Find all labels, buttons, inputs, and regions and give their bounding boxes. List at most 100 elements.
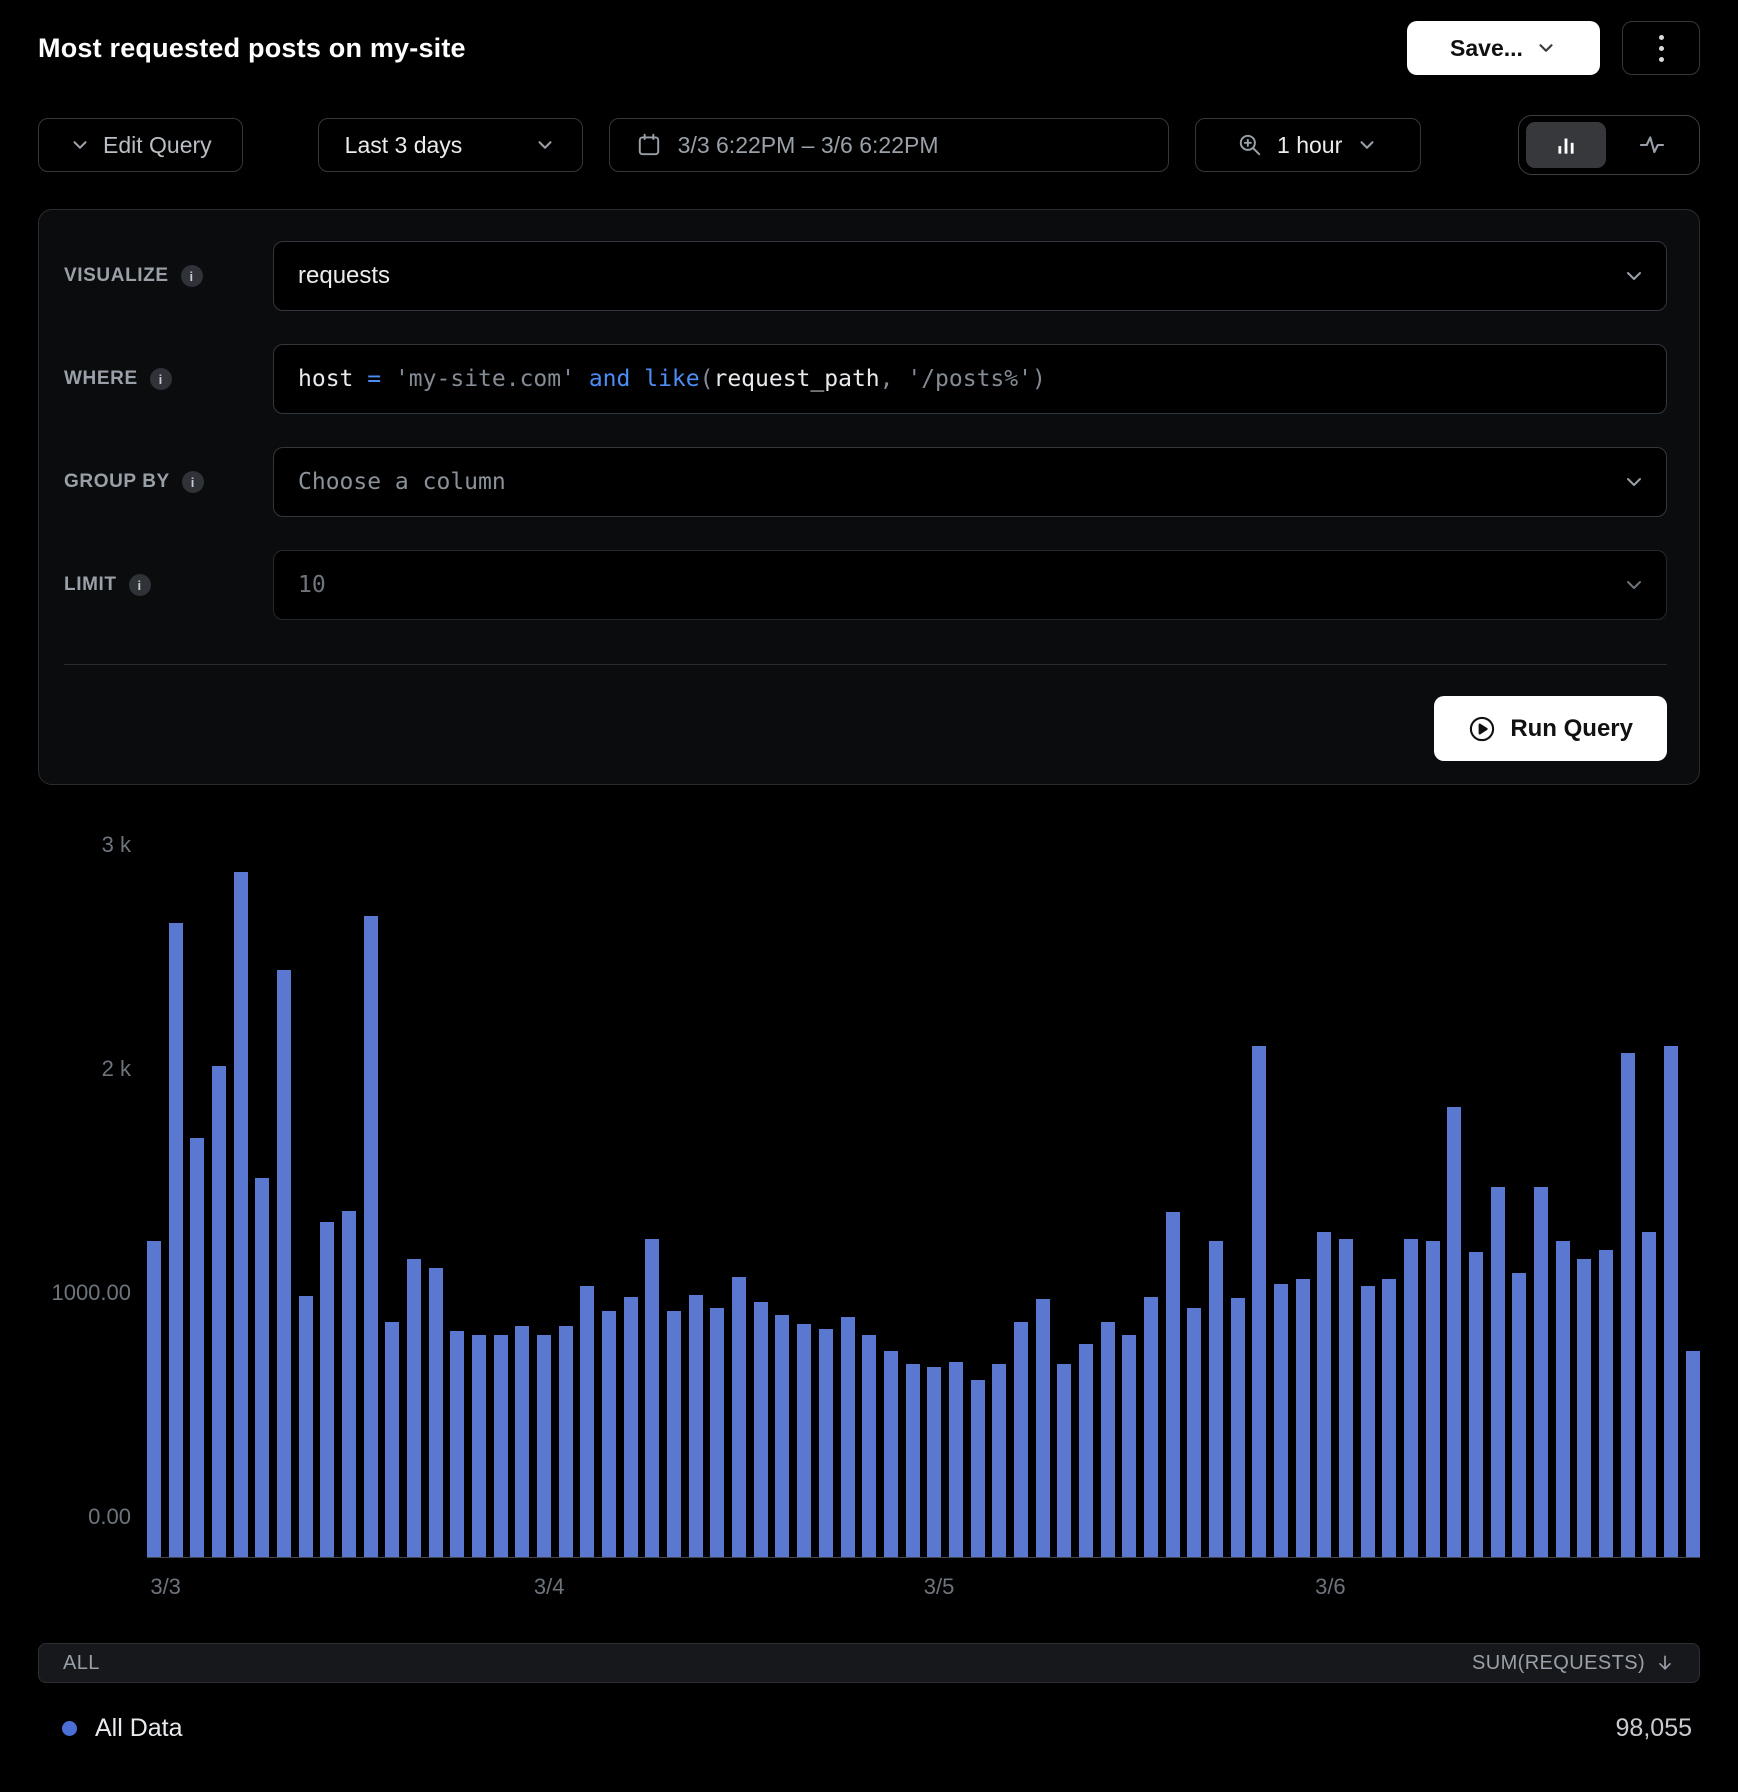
chart-bar bbox=[819, 1329, 833, 1557]
series-total: 98,055 bbox=[1616, 1714, 1692, 1743]
zoom-in-icon bbox=[1237, 132, 1263, 158]
group-by-label: GROUP BY i bbox=[64, 471, 273, 493]
chart-bar bbox=[1339, 1239, 1353, 1557]
interval-select[interactable]: 1 hour bbox=[1195, 118, 1421, 172]
y-axis-tick: 0.00 bbox=[38, 1506, 131, 1528]
chart-bar bbox=[645, 1239, 659, 1557]
series-name: All Data bbox=[95, 1714, 183, 1743]
chart-bar bbox=[1447, 1107, 1461, 1557]
sum-requests-sort[interactable]: SUM(REQUESTS) bbox=[1472, 1652, 1675, 1675]
where-expression: host = 'my-site.com' and like(request_pa… bbox=[298, 366, 1046, 392]
chart-bar bbox=[1274, 1284, 1288, 1557]
chart-bar bbox=[1209, 1241, 1223, 1557]
chart-bar bbox=[1491, 1187, 1505, 1557]
chart-bar bbox=[1079, 1344, 1093, 1557]
visualize-select[interactable]: requests bbox=[273, 241, 1667, 311]
chart-bar bbox=[1122, 1335, 1136, 1557]
chevron-down-icon bbox=[1622, 470, 1646, 494]
chart-bar bbox=[884, 1351, 898, 1557]
chart-bar bbox=[797, 1324, 811, 1557]
chart-bar bbox=[624, 1297, 638, 1557]
chart-bar bbox=[1599, 1250, 1613, 1557]
info-icon[interactable]: i bbox=[181, 265, 203, 287]
chart-bar bbox=[212, 1066, 226, 1557]
chart-bar bbox=[1014, 1322, 1028, 1557]
chart-bar bbox=[1426, 1241, 1440, 1557]
chart-bar bbox=[407, 1259, 421, 1557]
chevron-down-icon bbox=[1622, 573, 1646, 597]
save-button[interactable]: Save... bbox=[1407, 21, 1600, 75]
chart-bar bbox=[169, 923, 183, 1557]
group-by-label-text: GROUP BY bbox=[64, 471, 170, 493]
time-range-select[interactable]: Last 3 days bbox=[318, 118, 583, 172]
chevron-down-icon bbox=[1356, 134, 1378, 156]
date-range-picker[interactable]: 3/3 6:22PM – 3/6 6:22PM bbox=[609, 118, 1169, 172]
bar-chart-toggle[interactable] bbox=[1526, 122, 1606, 168]
more-options-button[interactable] bbox=[1622, 21, 1700, 75]
chevron-down-icon bbox=[534, 134, 556, 156]
summary-row-all-data[interactable]: All Data 98,055 bbox=[38, 1683, 1700, 1753]
query-builder-page: Most requested posts on my-site Save... … bbox=[0, 0, 1738, 785]
chart-bar bbox=[1556, 1241, 1570, 1557]
top-bar: Most requested posts on my-site Save... bbox=[38, 0, 1700, 75]
where-input[interactable]: host = 'my-site.com' and like(request_pa… bbox=[273, 344, 1667, 414]
chart-bar bbox=[1296, 1279, 1310, 1557]
visualize-label: VISUALIZE i bbox=[64, 265, 273, 287]
chart-bar bbox=[906, 1364, 920, 1557]
chart-bar bbox=[342, 1211, 356, 1557]
edit-query-toggle[interactable]: Edit Query bbox=[38, 118, 243, 172]
y-axis-tick: 1000.00 bbox=[38, 1282, 131, 1304]
y-axis-tick: 3 k bbox=[38, 834, 131, 856]
chart-bar bbox=[1469, 1252, 1483, 1557]
limit-input[interactable]: 10 bbox=[273, 550, 1667, 620]
x-axis-tick: 3/3 bbox=[150, 1574, 181, 1600]
chart-bar bbox=[494, 1335, 508, 1557]
chart-bar bbox=[1036, 1299, 1050, 1557]
chart-bar bbox=[450, 1331, 464, 1557]
chart-bar bbox=[1512, 1273, 1526, 1557]
summary-table-header: ALL SUM(REQUESTS) bbox=[38, 1643, 1700, 1683]
chevron-down-icon bbox=[1535, 37, 1557, 59]
chart-bar bbox=[429, 1268, 443, 1557]
chart-bar bbox=[1621, 1053, 1635, 1557]
arrow-down-icon bbox=[1655, 1653, 1675, 1673]
chart-bar bbox=[299, 1296, 313, 1557]
kebab-menu-icon bbox=[1659, 35, 1664, 62]
where-label-text: WHERE bbox=[64, 368, 138, 390]
query-panel: VISUALIZE i requests WHERE i host = 'my-… bbox=[38, 209, 1700, 785]
chart-bar bbox=[1664, 1046, 1678, 1557]
where-label: WHERE i bbox=[64, 368, 273, 390]
chart-bar bbox=[1166, 1212, 1180, 1557]
run-row: Run Query bbox=[64, 696, 1667, 761]
chart-bar bbox=[1361, 1286, 1375, 1557]
info-icon[interactable]: i bbox=[182, 471, 204, 493]
info-icon[interactable]: i bbox=[129, 574, 151, 596]
chart-bar bbox=[255, 1178, 269, 1557]
limit-row: LIMIT i 10 bbox=[64, 550, 1667, 620]
chart-bar bbox=[1534, 1187, 1548, 1557]
limit-value: 10 bbox=[298, 572, 326, 598]
info-icon[interactable]: i bbox=[150, 368, 172, 390]
group-by-placeholder: Choose a column bbox=[298, 469, 506, 495]
limit-label: LIMIT i bbox=[64, 574, 273, 596]
chart-bar bbox=[1404, 1239, 1418, 1557]
chart-bar bbox=[949, 1362, 963, 1557]
chart-bar bbox=[515, 1326, 529, 1557]
group-by-select[interactable]: Choose a column bbox=[273, 447, 1667, 517]
chart-bar bbox=[147, 1241, 161, 1557]
chart-bar bbox=[775, 1315, 789, 1557]
line-chart-toggle[interactable] bbox=[1612, 122, 1692, 168]
run-query-label: Run Query bbox=[1510, 715, 1633, 743]
chart-bar bbox=[1686, 1351, 1700, 1557]
panel-divider bbox=[64, 664, 1667, 665]
play-circle-icon bbox=[1468, 715, 1496, 743]
chart-plot-area[interactable] bbox=[147, 857, 1700, 1558]
summary-table: ALL SUM(REQUESTS) All Data 98,055 bbox=[38, 1643, 1700, 1753]
run-query-button[interactable]: Run Query bbox=[1434, 696, 1667, 761]
chart-bar bbox=[992, 1364, 1006, 1557]
x-axis-tick: 3/5 bbox=[924, 1574, 955, 1600]
chart-bar bbox=[1057, 1364, 1071, 1557]
chart-bar bbox=[1317, 1232, 1331, 1557]
chart-bar bbox=[1187, 1308, 1201, 1557]
calendar-icon bbox=[636, 132, 662, 158]
